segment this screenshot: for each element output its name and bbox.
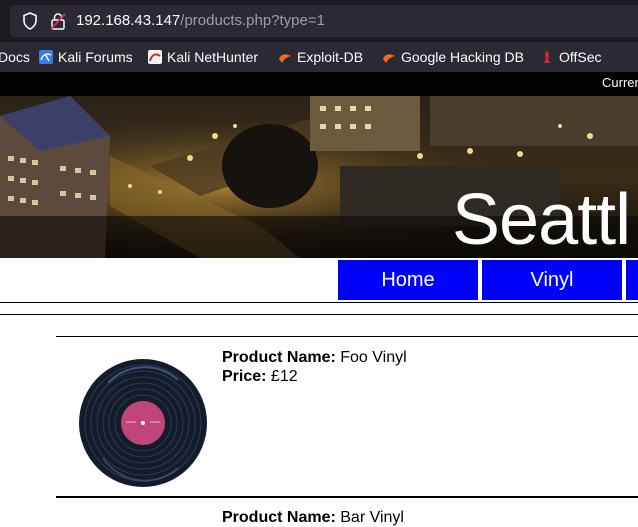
bookmark-google-hacking-db[interactable]: Google Hacking DB	[382, 48, 524, 66]
bookmark-kali-nethunter[interactable]: Kali NetHunter	[148, 48, 258, 66]
url-path: /products.php?type=1	[180, 12, 325, 29]
bookmark-label: OffSec	[559, 49, 602, 65]
bookmark-label: Kali Forums	[58, 49, 133, 65]
bookmark-label: Exploit-DB	[297, 49, 364, 65]
offsec-icon	[544, 50, 550, 63]
kali-nethunter-icon	[148, 50, 162, 64]
product-price-line: Price: £12	[222, 367, 298, 386]
insecure-lock-icon[interactable]	[48, 11, 68, 31]
bookmark-kali-forums[interactable]: Kali Forums	[39, 48, 133, 66]
product-name-line: Product Name: Foo Vinyl	[222, 348, 407, 367]
product-price: £12	[266, 368, 298, 385]
product-name-label: Product Name:	[222, 349, 336, 366]
divider	[0, 302, 638, 303]
divider	[0, 314, 638, 315]
product-price-label: Price:	[222, 368, 267, 385]
exploit-db-icon	[279, 54, 291, 63]
kali-forums-icon	[39, 50, 53, 64]
bookmark-offsec[interactable]: OffSec	[540, 48, 602, 66]
header-strip: Curren	[0, 72, 638, 96]
nav-vinyl-button[interactable]: Vinyl	[482, 260, 622, 300]
header-banner: Seattl	[0, 96, 638, 258]
bookmark-exploit-db[interactable]: Exploit-DB	[278, 48, 363, 66]
google-hacking-db-icon	[383, 54, 395, 63]
vinyl-record-image	[79, 359, 207, 487]
site-title: Seattl	[452, 180, 631, 258]
current-text: Curren	[602, 75, 638, 90]
product-separator	[56, 496, 638, 498]
url-text[interactable]: 192.168.43.147/products.php?type=1	[76, 11, 325, 31]
url-host: 192.168.43.147	[76, 12, 181, 29]
nav-next-button[interactable]	[626, 260, 638, 300]
product-separator	[56, 336, 638, 337]
bookmark-label: Kali NetHunter	[167, 49, 259, 65]
nav-home-button[interactable]: Home	[338, 260, 478, 300]
bookmark-label: Google Hacking DB	[401, 49, 524, 65]
bookmarks-toolbar: Docs Kali Forums Kali NetHunter Exploit-…	[0, 42, 638, 72]
browser-toolbar: 192.168.43.147/products.php?type=1	[0, 0, 638, 42]
shield-icon[interactable]	[20, 11, 40, 31]
product-name: Foo Vinyl	[335, 349, 407, 366]
bookmark-label: Docs	[0, 49, 30, 65]
bookmark-docs[interactable]: Docs	[0, 48, 30, 66]
